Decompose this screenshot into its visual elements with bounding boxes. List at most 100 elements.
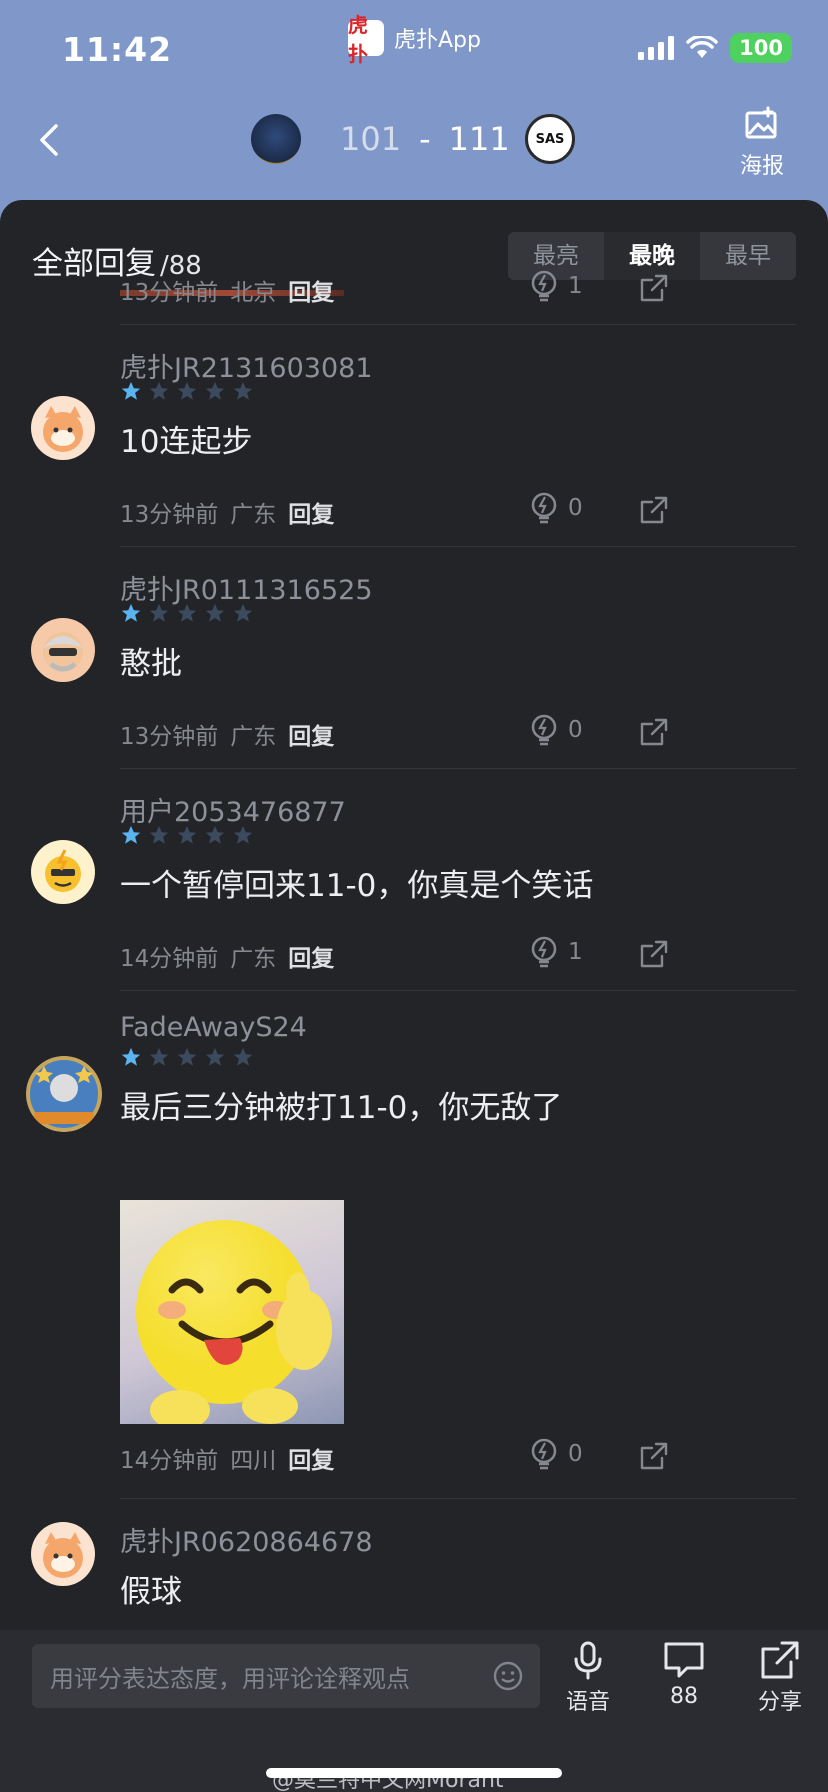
share-icon bbox=[761, 1641, 799, 1679]
comments-sheet: 全部回复/88 最亮 最晚 最早 13分钟前 北京 回复 1 虎扑JR21316… bbox=[0, 200, 828, 1630]
star-filled-icon bbox=[121, 603, 141, 622]
emoji-avatar-icon bbox=[45, 849, 81, 892]
star-filled-icon bbox=[121, 825, 141, 844]
user-rating bbox=[120, 1046, 254, 1068]
microphone-icon bbox=[574, 1641, 602, 1680]
battery-indicator: 100 bbox=[730, 33, 792, 63]
smile-icon[interactable] bbox=[492, 1660, 524, 1692]
scoreboard: 101 - 111 bbox=[340, 120, 510, 158]
avatar[interactable] bbox=[31, 396, 95, 460]
reply-button[interactable]: 回复 bbox=[288, 273, 334, 307]
comment-meta: 14分钟前 四川 回复 bbox=[120, 1438, 800, 1478]
app-badge: 虎扑 虎扑App bbox=[348, 13, 481, 66]
light-button[interactable]: 0 bbox=[530, 714, 583, 746]
avatar[interactable] bbox=[26, 1056, 102, 1132]
avatar[interactable] bbox=[31, 618, 95, 682]
comment-meta: 13分钟前 广东 回复 bbox=[120, 714, 800, 754]
comment-username[interactable]: FadeAwayS24 bbox=[120, 1012, 307, 1043]
comment-location: 广东 bbox=[230, 502, 277, 528]
star-empty-icon bbox=[233, 381, 253, 400]
star-empty-icon bbox=[177, 381, 197, 400]
reply-button[interactable]: 回复 bbox=[288, 495, 334, 529]
comment-share-button[interactable] bbox=[640, 940, 668, 972]
away-team-logo[interactable]: SAS bbox=[525, 114, 575, 164]
star-empty-icon bbox=[149, 381, 169, 400]
old-man-avatar-icon bbox=[43, 632, 83, 672]
comment-location: 广东 bbox=[230, 724, 277, 750]
hupu-logo-icon: 虎扑 bbox=[348, 13, 384, 66]
reply-button[interactable]: 回复 bbox=[288, 717, 334, 751]
star-empty-icon bbox=[233, 825, 253, 844]
comment-meta: 13分钟前 北京 回复 bbox=[120, 270, 800, 310]
star-empty-icon bbox=[177, 1047, 197, 1066]
share-icon bbox=[640, 1442, 668, 1470]
star-empty-icon bbox=[205, 603, 225, 622]
star-empty-icon bbox=[149, 1047, 169, 1066]
game-header: 101 - 111 SAS 海报 bbox=[0, 98, 828, 198]
share-button[interactable]: 分享 bbox=[740, 1640, 820, 1716]
star-empty-icon bbox=[233, 1047, 253, 1066]
user-rating bbox=[120, 380, 254, 402]
share-icon bbox=[640, 718, 668, 746]
status-time: 11:42 bbox=[62, 30, 173, 69]
reply-button[interactable]: 回复 bbox=[288, 939, 334, 973]
comment-share-button[interactable] bbox=[640, 274, 668, 306]
status-bar: 11:42 虎扑 虎扑App 100 bbox=[0, 0, 828, 98]
voice-label: 语音 bbox=[565, 1690, 610, 1715]
chevron-left-icon bbox=[40, 124, 58, 156]
comment-image[interactable] bbox=[120, 1200, 344, 1424]
share-icon bbox=[640, 940, 668, 968]
light-button[interactable]: 0 bbox=[530, 492, 583, 524]
share-icon bbox=[640, 274, 668, 302]
light-button[interactable]: 1 bbox=[530, 936, 583, 968]
fox-avatar-icon bbox=[43, 406, 83, 452]
comment-meta: 14分钟前 广东 回复 bbox=[120, 936, 800, 976]
lightbulb-icon bbox=[531, 492, 557, 524]
light-count: 0 bbox=[568, 717, 583, 743]
poster-label: 海报 bbox=[739, 154, 784, 179]
back-button[interactable] bbox=[30, 118, 70, 162]
comment-input-placeholder: 用评分表达态度，用评论诠释观点 bbox=[50, 1664, 410, 1693]
status-icons: 100 bbox=[638, 30, 792, 66]
user-rating bbox=[120, 824, 254, 846]
avatar[interactable] bbox=[31, 1522, 95, 1586]
light-count: 0 bbox=[568, 495, 583, 521]
poster-button[interactable]: 海报 bbox=[732, 106, 792, 180]
divider bbox=[120, 324, 796, 325]
comment-location: 广东 bbox=[230, 946, 277, 972]
home-team-logo[interactable] bbox=[251, 114, 301, 164]
reply-button[interactable]: 回复 bbox=[288, 1441, 334, 1475]
comment-time: 13分钟前 bbox=[120, 724, 219, 750]
star-empty-icon bbox=[233, 603, 253, 622]
voice-button[interactable]: 语音 bbox=[548, 1640, 628, 1716]
comment-time: 13分钟前 bbox=[120, 280, 219, 306]
comment-share-button[interactable] bbox=[640, 496, 668, 528]
away-score: 111 bbox=[448, 120, 510, 158]
light-count: 0 bbox=[568, 1441, 583, 1467]
comment-share-button[interactable] bbox=[640, 1442, 668, 1474]
comment-share-button[interactable] bbox=[640, 718, 668, 750]
star-empty-icon bbox=[205, 1047, 225, 1066]
signal-icon bbox=[638, 36, 675, 60]
comment-content: 憨批 bbox=[120, 646, 182, 682]
comment-content: 最后三分钟被打11-0，你无敌了 bbox=[120, 1090, 563, 1126]
light-button[interactable]: 1 bbox=[530, 270, 583, 302]
divider bbox=[120, 1498, 796, 1499]
home-indicator[interactable] bbox=[266, 1768, 562, 1778]
lightbulb-icon bbox=[531, 1438, 557, 1470]
home-score: 101 bbox=[340, 120, 402, 158]
comments-count-label: 88 bbox=[670, 1684, 698, 1709]
comment-time: 14分钟前 bbox=[120, 946, 219, 972]
comment-content: 假球 bbox=[120, 1574, 182, 1610]
score-separator: - bbox=[419, 120, 431, 158]
champion-badge-avatar-icon bbox=[26, 1056, 102, 1132]
lightbulb-icon bbox=[531, 936, 557, 968]
comment-username[interactable]: 虎扑JR0620864678 bbox=[120, 1520, 373, 1559]
avatar[interactable] bbox=[31, 840, 95, 904]
share-label: 分享 bbox=[757, 1690, 802, 1715]
comment-input[interactable]: 用评分表达态度，用评论诠释观点 bbox=[32, 1644, 540, 1708]
comments-button[interactable]: 88 bbox=[644, 1640, 724, 1709]
laughing-emoji-image bbox=[136, 1220, 332, 1424]
star-filled-icon bbox=[121, 381, 141, 400]
light-button[interactable]: 0 bbox=[530, 1438, 583, 1470]
